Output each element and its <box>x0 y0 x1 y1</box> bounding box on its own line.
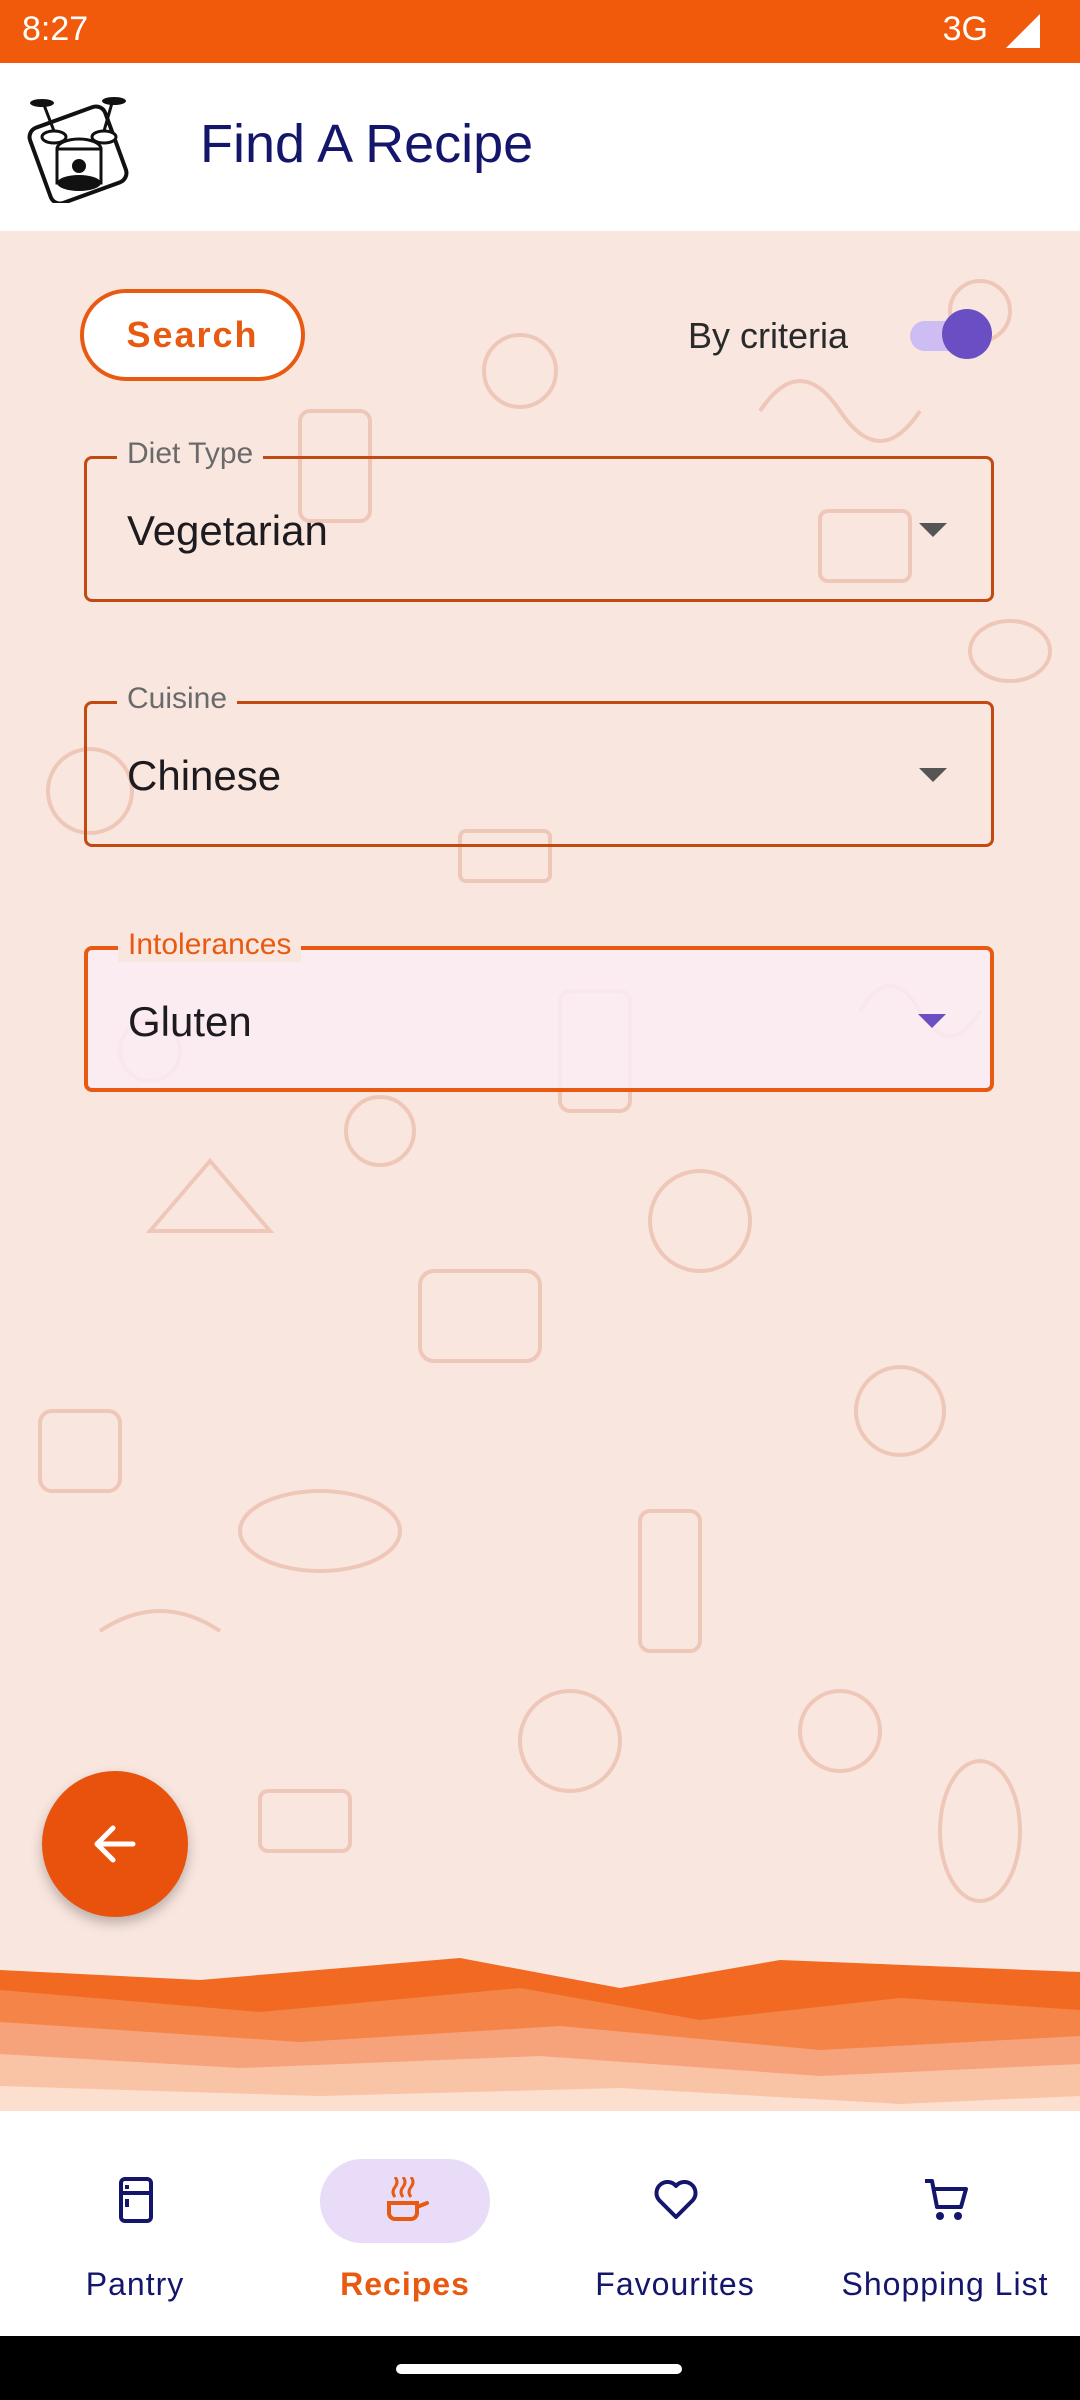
back-fab-button[interactable] <box>42 1771 188 1917</box>
fridge-icon <box>119 2177 153 2223</box>
nav-item-favourites[interactable]: Favourites <box>540 2111 810 2336</box>
status-bar: 8:27 3G <box>0 0 1080 63</box>
cuisine-value: Chinese <box>127 752 282 799</box>
by-criteria-label: By criteria <box>688 315 849 356</box>
network-type: 3G <box>942 10 988 48</box>
home-gesture-handle[interactable] <box>396 2364 682 2374</box>
cuisine-dropdown[interactable]: Cuisine Chinese <box>84 682 994 847</box>
recipe-search-panel: Search By criteria Diet Type Vegetarian … <box>0 231 1080 2111</box>
nav-item-pantry[interactable]: Pantry <box>0 2111 270 2336</box>
nav-label-recipes: Recipes <box>340 2266 470 2302</box>
nav-item-recipes[interactable]: Recipes <box>270 2111 540 2336</box>
intolerances-dropdown[interactable]: Intolerances Gluten <box>84 928 994 1092</box>
diet-type-dropdown[interactable]: Diet Type Vegetarian <box>84 437 994 602</box>
chevron-down-icon <box>919 768 947 782</box>
cart-icon <box>925 2179 968 2220</box>
decorative-waves <box>0 1958 1080 2120</box>
diet-type-label: Diet Type <box>117 437 264 471</box>
by-criteria-toggle[interactable] <box>906 309 992 359</box>
bottom-navigation: Pantry Recipes Favourites Shopping List <box>0 2111 1080 2336</box>
system-gesture-bar <box>0 2336 1080 2400</box>
nav-label-pantry: Pantry <box>85 2266 185 2302</box>
toggle-thumb <box>942 309 992 359</box>
signal-icon <box>1006 14 1040 48</box>
cooking-pot-icon <box>387 2177 429 2221</box>
diet-type-value: Vegetarian <box>127 507 328 554</box>
nav-item-shopping-list[interactable]: Shopping List <box>810 2111 1080 2336</box>
status-time: 8:27 <box>22 10 89 48</box>
arrow-left-icon <box>94 1825 136 1863</box>
chevron-down-icon <box>919 523 947 537</box>
cuisine-label: Cuisine <box>117 682 238 716</box>
search-button[interactable]: Search <box>80 289 305 381</box>
chevron-down-icon <box>918 1014 946 1028</box>
drum-set-phone-logo <box>27 97 129 203</box>
nav-label-favourites: Favourites <box>595 2266 755 2302</box>
intolerances-label: Intolerances <box>118 928 302 962</box>
intolerances-value: Gluten <box>128 998 252 1045</box>
page-title: Find A Recipe <box>200 114 534 174</box>
heart-icon <box>654 2180 698 2219</box>
nav-label-shopping-list: Shopping List <box>841 2266 1049 2302</box>
app-bar: Find A Recipe <box>0 63 1080 231</box>
